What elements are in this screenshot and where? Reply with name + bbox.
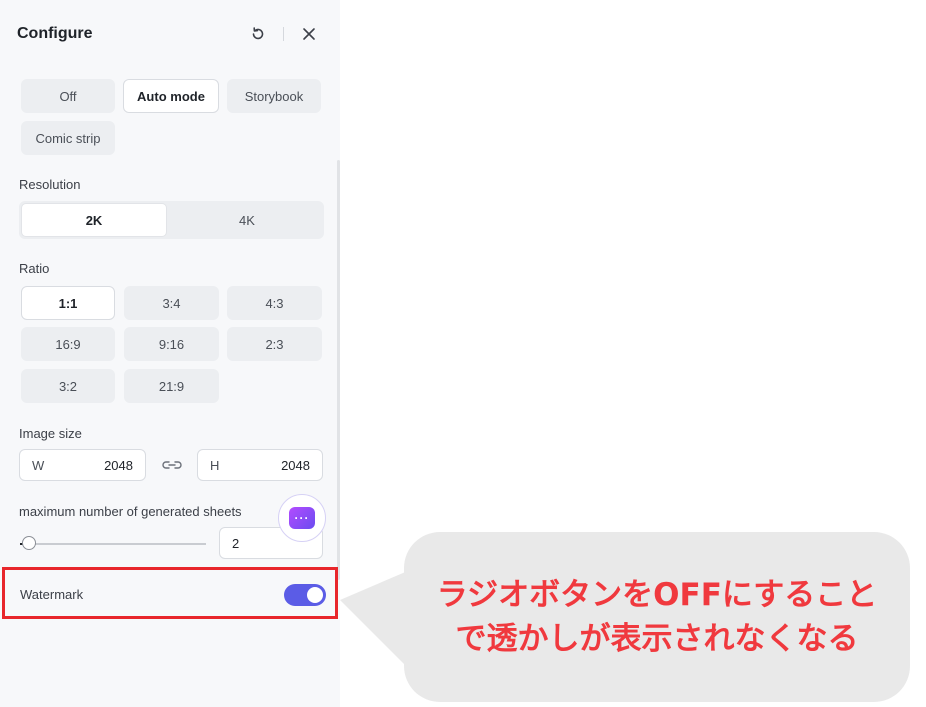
ratio-label: Ratio [19,261,50,276]
annotation-callout: ラジオボタンをOFFにすること で透かしが表示されなくなる [404,532,910,702]
mode-auto-button[interactable]: Auto mode [123,79,219,113]
ratio-3-2-button[interactable]: 3:2 [21,369,115,403]
callout-text-line1: ラジオボタンをOFFにすること [436,577,878,613]
close-icon[interactable] [300,25,318,43]
height-prefix: H [210,457,220,473]
watermark-row-highlight: Watermark [2,567,338,619]
resolution-segmented-control: 2K 4K [19,201,324,239]
ratio-9-16-button[interactable]: 9:16 [124,327,219,361]
mode-off-button[interactable]: Off [21,79,115,113]
reset-icon[interactable] [249,25,267,43]
sheets-slider-track[interactable] [20,543,206,545]
header-divider [283,27,284,41]
ratio-4-3-button[interactable]: 4:3 [227,286,322,320]
panel-title: Configure [17,25,93,42]
width-prefix: W [32,457,45,473]
image-size-label: Image size [19,426,82,441]
sheets-value: 2 [232,535,240,551]
chat-assistant-button[interactable]: ··· [278,494,326,542]
watermark-toggle[interactable] [284,584,326,606]
ratio-3-4-button[interactable]: 3:4 [124,286,219,320]
resolution-label: Resolution [19,177,81,192]
ratio-21-9-button[interactable]: 21:9 [124,369,219,403]
height-input[interactable]: H 2048 [197,449,323,481]
watermark-label: Watermark [20,587,84,602]
ratio-1-1-button[interactable]: 1:1 [21,286,115,320]
sheets-slider-handle[interactable] [22,536,37,550]
callout-text-line2: で透かしが表示されなくなる [455,621,859,657]
chat-bubble-icon: ··· [289,507,315,529]
resolution-4k-option[interactable]: 4K [174,203,320,237]
link-aspect-icon[interactable] [161,459,183,471]
mode-storybook-button[interactable]: Storybook [227,79,321,113]
chat-bubble-dots: ··· [294,511,310,525]
ratio-2-3-button[interactable]: 2:3 [227,327,322,361]
ratio-16-9-button[interactable]: 16:9 [21,327,115,361]
panel-scrollbar[interactable] [337,160,340,580]
max-sheets-label: maximum number of generated sheets [19,504,242,519]
mode-comic-strip-button[interactable]: Comic strip [21,121,115,155]
watermark-toggle-knob [307,587,323,603]
resolution-2k-option[interactable]: 2K [21,203,167,237]
height-value: 2048 [281,457,310,473]
width-value: 2048 [104,457,133,473]
width-input[interactable]: W 2048 [19,449,146,481]
